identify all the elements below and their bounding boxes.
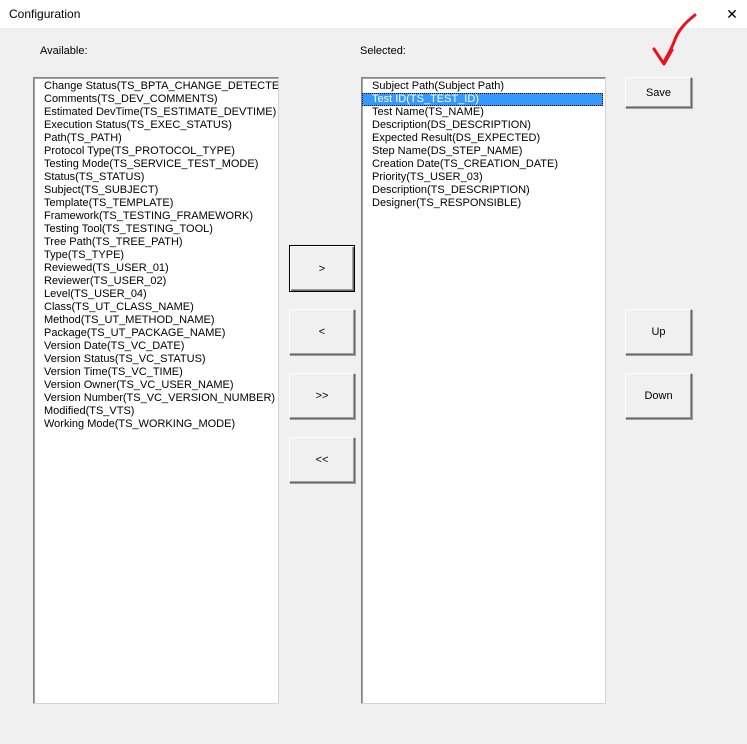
remove-all-button[interactable]: << [289,437,355,483]
available-list-item[interactable]: Level(TS_USER_04) [34,288,278,301]
available-list-item[interactable]: Comments(TS_DEV_COMMENTS) [34,93,278,106]
selected-list-item[interactable]: Designer(TS_RESPONSIBLE) [362,197,605,210]
selected-label: Selected: [360,45,406,57]
selected-list-item[interactable]: Creation Date(TS_CREATION_DATE) [362,158,605,171]
available-list-item[interactable]: Version Status(TS_VC_STATUS) [34,353,278,366]
available-list-item[interactable]: Method(TS_UT_METHOD_NAME) [34,314,278,327]
save-button[interactable]: Save [625,77,692,108]
down-button[interactable]: Down [625,373,692,419]
available-list-item[interactable]: Working Mode(TS_WORKING_MODE) [34,418,278,431]
window-title: Configuration [9,7,81,21]
available-list-item[interactable]: Subject(TS_SUBJECT) [34,184,278,197]
available-list-item[interactable]: Execution Status(TS_EXEC_STATUS) [34,119,278,132]
available-list-item[interactable]: Modified(TS_VTS) [34,405,278,418]
available-list-item[interactable]: Estimated DevTime(TS_ESTIMATE_DEVTIME) [34,106,278,119]
available-list-item[interactable]: Framework(TS_TESTING_FRAMEWORK) [34,210,278,223]
available-list-item[interactable]: Version Date(TS_VC_DATE) [34,340,278,353]
available-list-item[interactable]: Status(TS_STATUS) [34,171,278,184]
available-list-item[interactable]: Reviewed(TS_USER_01) [34,262,278,275]
available-list-item[interactable]: Change Status(TS_BPTA_CHANGE_DETECTED) [34,80,278,93]
selected-list-item[interactable]: Description(DS_DESCRIPTION) [362,119,605,132]
available-list-item[interactable]: Version Time(TS_VC_TIME) [34,366,278,379]
add-button[interactable]: > [289,245,355,292]
available-list-item[interactable]: Testing Mode(TS_SERVICE_TEST_MODE) [34,158,278,171]
selected-list[interactable]: Subject Path(Subject Path) Test ID(TS_TES… [361,77,606,704]
available-list-item[interactable]: Version Number(TS_VC_VERSION_NUMBER) [34,392,278,405]
annotation-arrow-icon [652,13,697,66]
selected-list-item[interactable]: Subject Path(Subject Path) [362,80,605,93]
available-list[interactable]: Change Status(TS_BPTA_CHANGE_DETECTED) Co… [33,77,279,704]
selected-list-item[interactable]: Priority(TS_USER_03) [362,171,605,184]
available-list-item[interactable]: Type(TS_TYPE) [34,249,278,262]
available-list-item[interactable]: Path(TS_PATH) [34,132,278,145]
selected-list-item[interactable]: Test ID(TS_TEST_ID) [362,93,603,106]
close-icon: ✕ [726,5,738,22]
up-button[interactable]: Up [625,309,692,355]
available-list-item[interactable]: Protocol Type(TS_PROTOCOL_TYPE) [34,145,278,158]
remove-button[interactable]: < [289,309,355,355]
available-label: Available: [40,45,88,57]
selected-list-item[interactable]: Test Name(TS_NAME) [362,106,605,119]
available-list-item[interactable]: Tree Path(TS_TREE_PATH) [34,236,278,249]
available-list-item[interactable]: Template(TS_TEMPLATE) [34,197,278,210]
available-list-item[interactable]: Reviewer(TS_USER_02) [34,275,278,288]
selected-list-item[interactable]: Expected Result(DS_EXPECTED) [362,132,605,145]
available-list-item[interactable]: Class(TS_UT_CLASS_NAME) [34,301,278,314]
available-list-item[interactable]: Package(TS_UT_PACKAGE_NAME) [34,327,278,340]
selected-list-item[interactable]: Step Name(DS_STEP_NAME) [362,145,605,158]
available-list-item[interactable]: Version Owner(TS_VC_USER_NAME) [34,379,278,392]
close-button[interactable]: ✕ [717,0,747,28]
title-bar: Configuration ✕ [0,0,747,28]
add-all-button[interactable]: >> [289,373,355,419]
available-list-item[interactable]: Testing Tool(TS_TESTING_TOOL) [34,223,278,236]
selected-list-item[interactable]: Description(TS_DESCRIPTION) [362,184,605,197]
